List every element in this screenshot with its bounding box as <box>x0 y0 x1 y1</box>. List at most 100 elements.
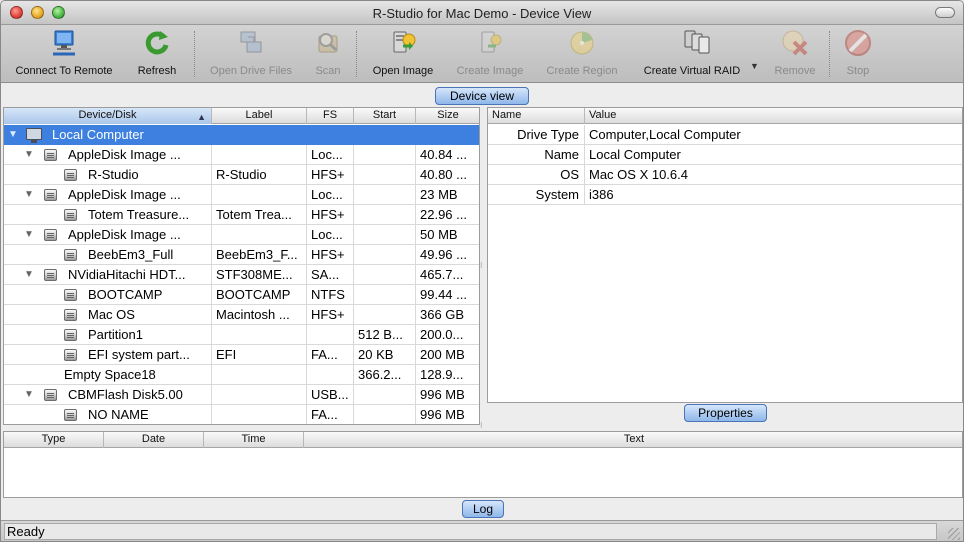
device-name-label: Mac OS <box>88 307 135 322</box>
table-row[interactable]: Totem Treasure... Totem Trea... HFS+ 22.96 … <box>4 205 479 225</box>
table-row[interactable]: ▼ Local Computer <box>4 125 479 145</box>
device-fs <box>307 125 354 145</box>
toolbar-toggle-button[interactable] <box>935 7 955 18</box>
device-label <box>212 225 307 245</box>
device-size <box>416 125 479 145</box>
column-header-device-disk[interactable]: Device/Disk ▲ <box>4 108 212 124</box>
table-row[interactable]: OS Mac OS X 10.6.4 <box>488 165 962 185</box>
table-row[interactable]: NO NAME FA... 996 MB <box>4 405 479 424</box>
device-start <box>354 405 416 424</box>
device-size: 996 MB <box>416 405 479 424</box>
column-header-name[interactable]: Name <box>488 108 585 124</box>
column-header-text[interactable]: Text <box>304 432 962 448</box>
log-button[interactable]: Log <box>462 500 504 518</box>
disk-icon <box>64 249 77 261</box>
device-table-header: Device/Disk ▲ Label FS Start Size <box>4 108 479 124</box>
disclosure-triangle-icon[interactable]: ▼ <box>24 265 34 285</box>
toolbar-item-label: Stop <box>846 65 870 77</box>
disk-icon <box>44 189 57 201</box>
device-fs: HFS+ <box>307 305 354 325</box>
device-name: ▼ AppleDisk Image ... <box>4 185 212 205</box>
device-name: Partition1 <box>4 325 212 345</box>
device-label: BeebEm3_F... <box>212 245 307 265</box>
device-label <box>212 125 307 145</box>
column-header-start[interactable]: Start <box>354 108 416 124</box>
table-row[interactable]: Empty Space18 366.2... 128.9... <box>4 365 479 385</box>
stop-button[interactable]: Stop <box>835 25 881 83</box>
device-label <box>212 405 307 424</box>
device-size: 40.84 ... <box>416 145 479 165</box>
device-fs: HFS+ <box>307 245 354 265</box>
disclosure-triangle-icon[interactable]: ▼ <box>8 125 18 145</box>
device-label <box>212 385 307 405</box>
column-header-value[interactable]: Value <box>585 108 962 124</box>
device-label: STF308ME... <box>212 265 307 285</box>
scan-icon <box>318 33 338 53</box>
disclosure-triangle-icon[interactable]: ▼ <box>24 185 34 205</box>
remove-button[interactable]: Remove <box>767 25 823 83</box>
device-name: R-Studio <box>4 165 212 185</box>
device-label <box>212 145 307 165</box>
chevron-down-icon[interactable]: ▼ <box>750 61 759 71</box>
device-fs: FA... <box>307 405 354 424</box>
table-row[interactable]: ▼ CBMFlash Disk5.00 USB... 996 MB <box>4 385 479 405</box>
disclosure-triangle-icon[interactable]: ▼ <box>24 225 34 245</box>
resize-grip-icon[interactable] <box>948 528 960 540</box>
disk-icon <box>44 389 57 401</box>
column-header-fs[interactable]: FS <box>307 108 354 124</box>
column-header-date[interactable]: Date <box>104 432 204 448</box>
disk-icon <box>64 289 77 301</box>
device-start: 20 KB <box>354 345 416 365</box>
create-region-button[interactable]: Create Region <box>539 25 625 83</box>
table-row[interactable]: ▼ AppleDisk Image ... Loc... 50 MB <box>4 225 479 245</box>
device-name-label: BeebEm3_Full <box>88 247 174 262</box>
table-row[interactable]: BOOTCAMP BOOTCAMP NTFS 99.44 ... <box>4 285 479 305</box>
table-row[interactable]: Drive Type Computer,Local Computer <box>488 125 962 145</box>
open-drive-files-button[interactable]: Open Drive Files <box>203 25 299 83</box>
window-title: R-Studio for Mac Demo - Device View <box>372 6 592 21</box>
scan-button[interactable]: Scan <box>307 25 349 83</box>
disk-icon <box>64 209 77 221</box>
property-name: System <box>488 185 585 205</box>
device-label <box>212 185 307 205</box>
create-virtual-raid-icon <box>684 30 710 54</box>
device-fs: NTFS <box>307 285 354 305</box>
disclosure-triangle-icon[interactable]: ▼ <box>24 145 34 165</box>
column-header-label[interactable]: Label <box>212 108 307 124</box>
toolbar-separator <box>829 31 830 77</box>
toolbar-item-label: Create Image <box>456 65 524 77</box>
device-fs: Loc... <box>307 185 354 205</box>
horizontal-splitter-handle[interactable]: ⁝ <box>480 421 483 430</box>
table-row[interactable]: Mac OS Macintosh ... HFS+ 366 GB <box>4 305 479 325</box>
table-row[interactable]: ▼ AppleDisk Image ... Loc... 40.84 ... <box>4 145 479 165</box>
table-row[interactable]: ▼ AppleDisk Image ... Loc... 23 MB <box>4 185 479 205</box>
computer-icon <box>26 128 42 143</box>
table-row[interactable]: ▼ NVidiaHitachi HDT... STF308ME... SA... 465… <box>4 265 479 285</box>
column-header-time[interactable]: Time <box>204 432 304 448</box>
disclosure-triangle-icon[interactable]: ▼ <box>24 385 34 405</box>
toolbar: Connect To Remote Refresh Open Drive Fil… <box>1 25 963 83</box>
device-size: 200.0... <box>416 325 479 345</box>
create-virtual-raid-button[interactable]: Create Virtual RAID <box>639 25 755 83</box>
toolbar-item-label: Open Drive Files <box>210 65 292 77</box>
table-row[interactable]: System i386 <box>488 185 962 205</box>
device-label: BOOTCAMP <box>212 285 307 305</box>
table-row[interactable]: EFI system part... EFI FA... 20 KB 200 MB <box>4 345 479 365</box>
device-view-button[interactable]: Device view <box>435 87 529 105</box>
connect-to-remote-button[interactable]: Connect To Remote <box>6 25 122 83</box>
vertical-splitter-handle[interactable]: ⁝ <box>480 261 483 270</box>
open-image-button[interactable]: Open Image <box>365 25 441 83</box>
table-row[interactable]: R-Studio R-Studio HFS+ 40.80 ... <box>4 165 479 185</box>
column-header-size[interactable]: Size <box>416 108 479 124</box>
column-header-type[interactable]: Type <box>4 432 104 448</box>
create-image-button[interactable]: Create Image <box>449 25 531 83</box>
properties-table: Name Value Drive Type Computer,Local Comp… <box>487 107 963 403</box>
device-name-label: AppleDisk Image ... <box>68 187 181 202</box>
table-row[interactable]: Name Local Computer <box>488 145 962 165</box>
device-name: Mac OS <box>4 305 212 325</box>
properties-button[interactable]: Properties <box>684 404 767 422</box>
table-row[interactable]: BeebEm3_Full BeebEm3_F... HFS+ 49.96 ... <box>4 245 479 265</box>
device-name-label: NO NAME <box>88 407 149 422</box>
refresh-button[interactable]: Refresh <box>129 25 185 83</box>
table-row[interactable]: Partition1 512 B... 200.0... <box>4 325 479 345</box>
